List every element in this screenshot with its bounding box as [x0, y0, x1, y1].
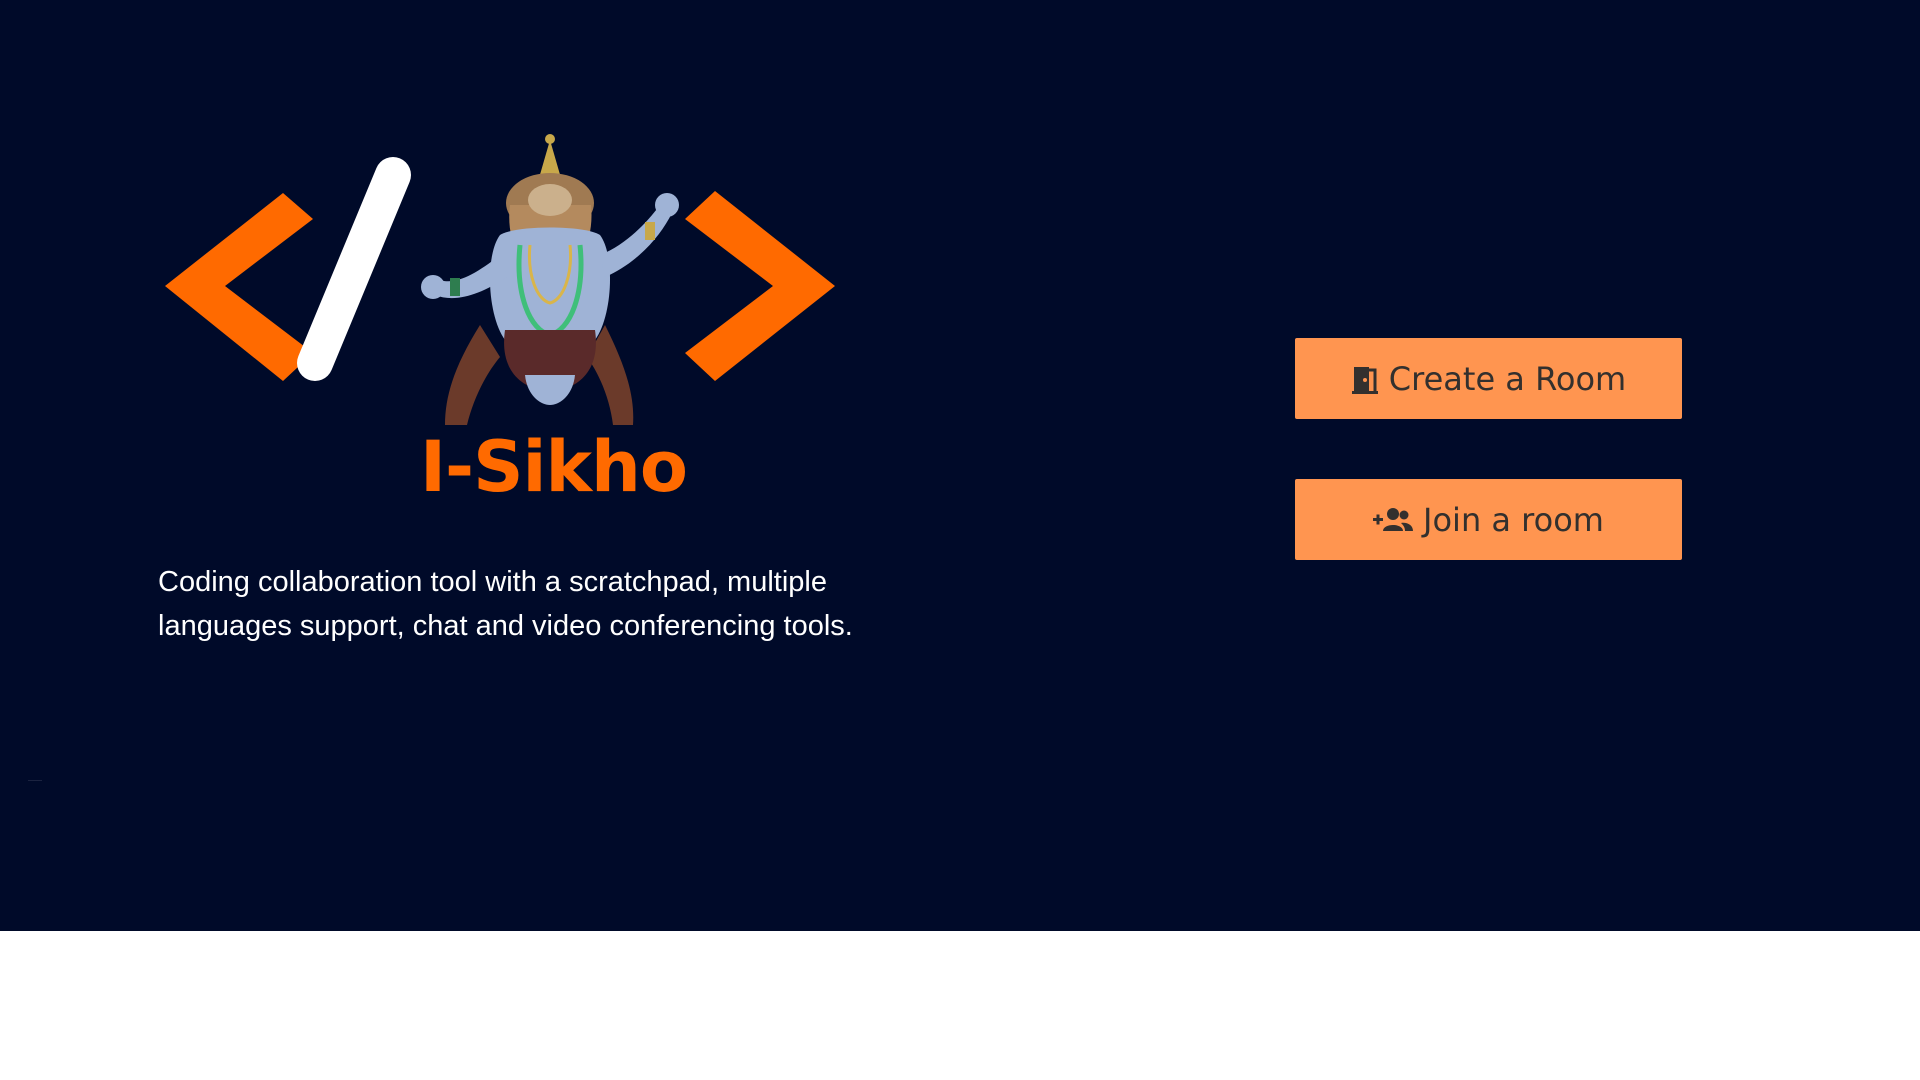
create-room-label: Create a Room [1388, 359, 1627, 398]
slash-icon [297, 157, 411, 381]
hero-section: I-Sikho Coding collaboration tool with a… [0, 0, 1920, 931]
divider [28, 780, 42, 781]
create-room-button[interactable]: Create a Room [1295, 338, 1682, 419]
right-bracket-icon [685, 191, 835, 381]
tagline: Coding collaboration tool with a scratch… [158, 560, 918, 648]
tagline-line: languages support, chat and video confer… [158, 610, 853, 642]
code-tags-logo-icon [165, 134, 835, 425]
sage-figure-icon [421, 134, 679, 425]
join-room-button[interactable]: Join a room [1295, 479, 1682, 560]
add-user-group-icon [1373, 506, 1414, 534]
left-bracket-icon [165, 193, 313, 381]
brand-logo [155, 125, 845, 435]
join-room-label: Join a room [1423, 500, 1604, 539]
brand-name: I-Sikho [420, 426, 688, 508]
tagline-line: Coding collaboration tool with a scratch… [158, 566, 827, 598]
door-icon [1351, 364, 1379, 394]
